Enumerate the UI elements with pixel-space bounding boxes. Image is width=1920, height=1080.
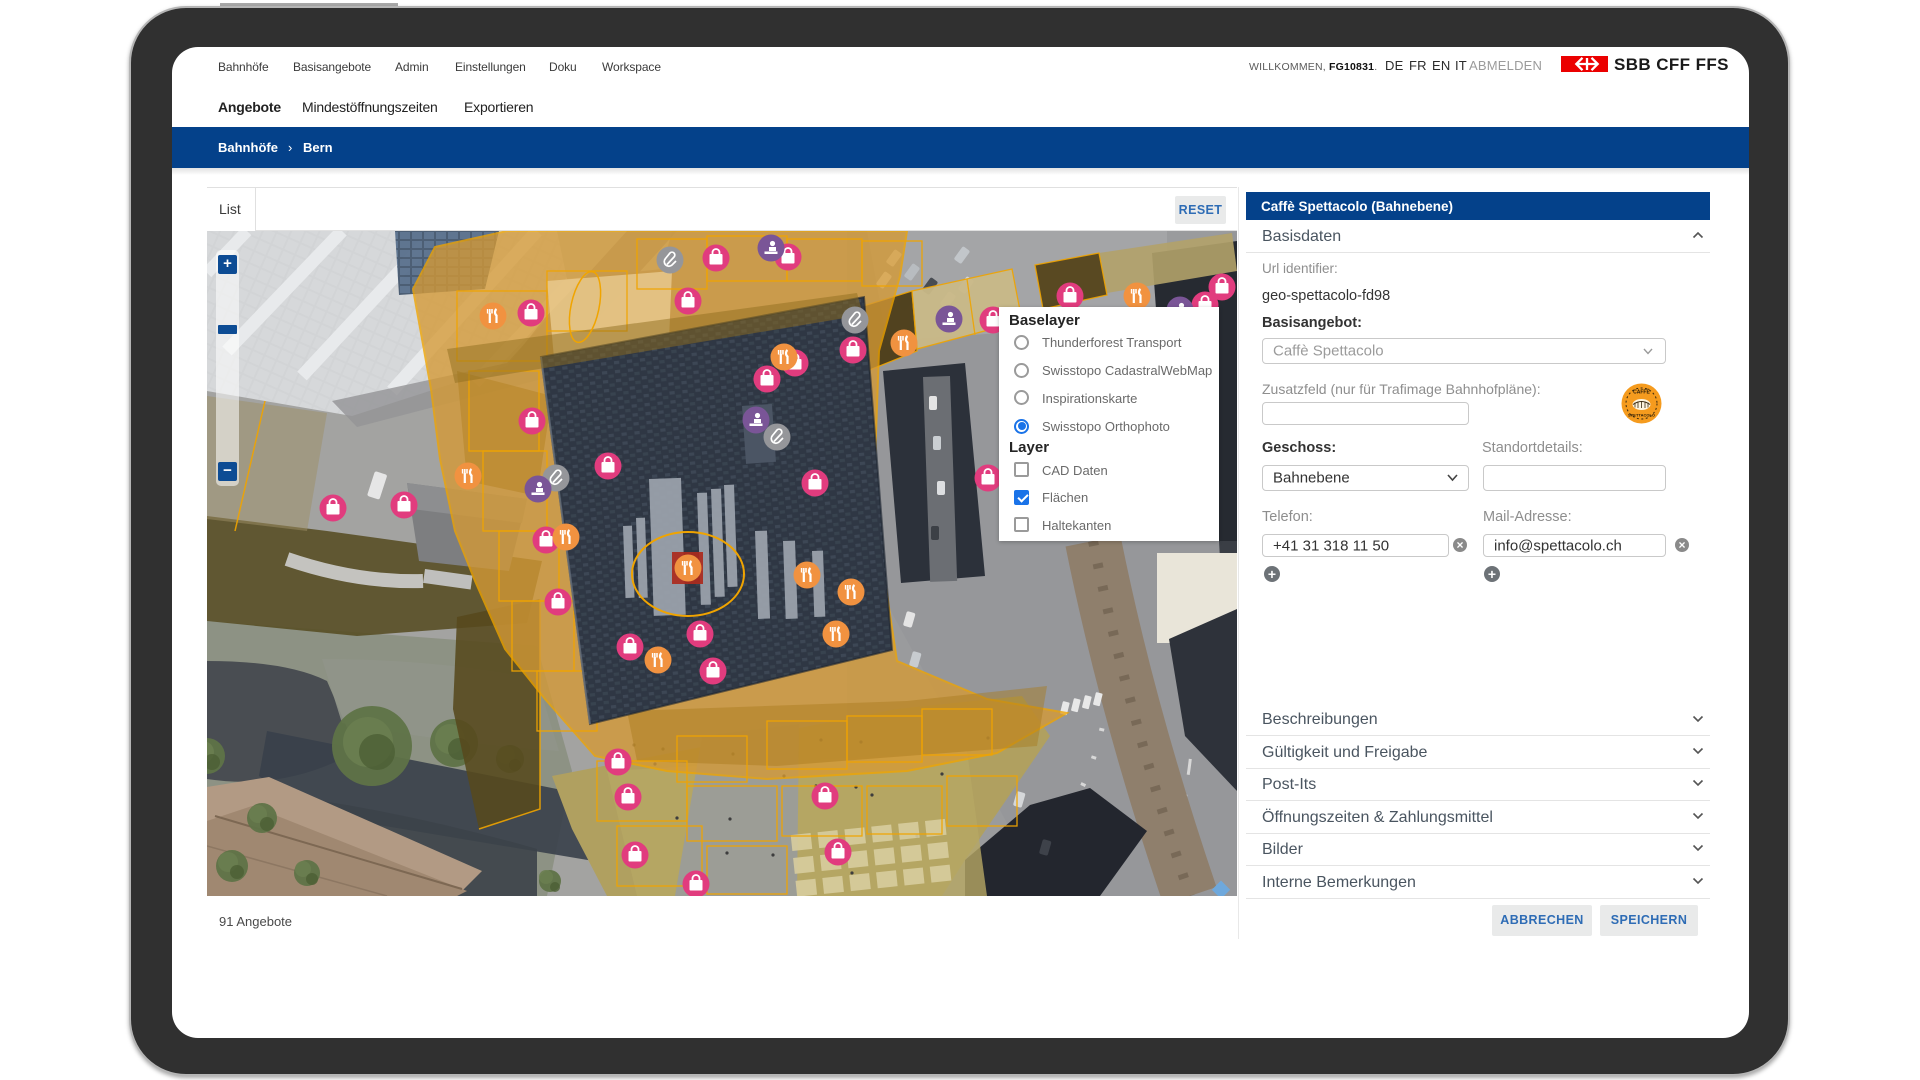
svg-text:SPETTACOLO: SPETTACOLO: [1628, 413, 1655, 418]
svg-text:SBB CFF FFS: SBB CFF FFS: [1614, 56, 1729, 73]
svg-text:CAFFÈ: CAFFÈ: [1633, 388, 1650, 396]
